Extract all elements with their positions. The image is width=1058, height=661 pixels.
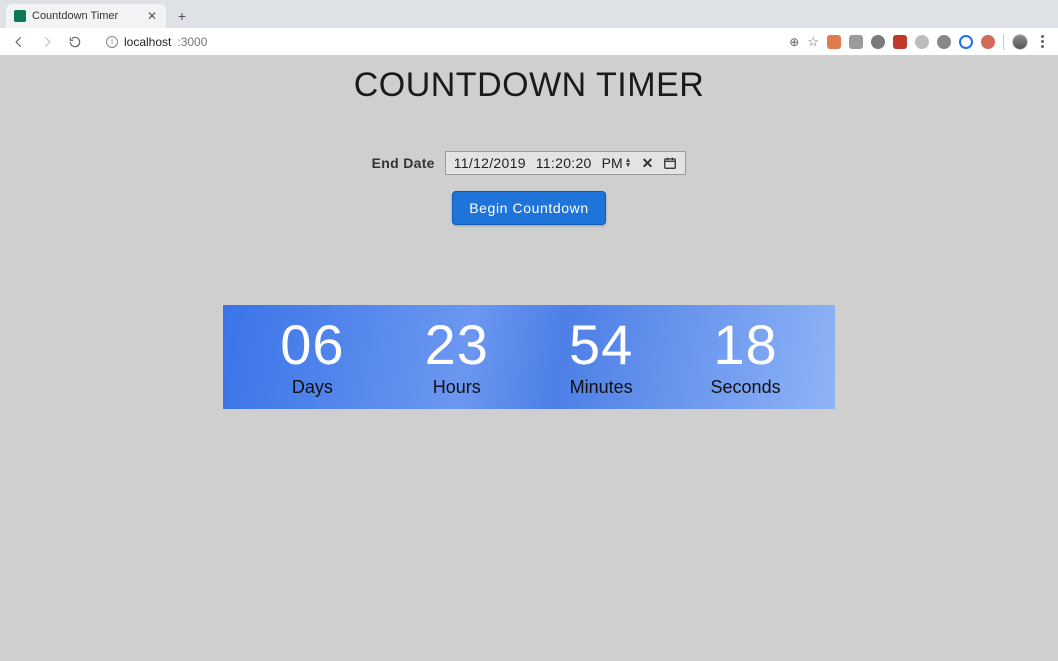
toolbar-icons: ⊕ ☆ [789,34,1052,50]
days-value: 06 [257,317,367,373]
page-body: COUNTDOWN TIMER End Date 11/12/2019 11:2… [0,56,1058,661]
separator [1003,34,1004,50]
url-port: :3000 [177,35,207,49]
address-bar: i localhost :3000 ⊕ ☆ [0,28,1058,56]
minutes-label: Minutes [546,377,656,398]
star-icon[interactable]: ☆ [807,34,819,50]
extension-icon-7[interactable] [959,35,973,49]
countdown-panel: 06 Days 23 Hours 54 Minutes 18 Seconds [223,305,835,409]
tab-strip: Countdown Timer ✕ + [0,0,1058,28]
end-date-row: End Date 11/12/2019 11:20:20 PM ▲▼ ✕ [0,151,1058,175]
menu-icon[interactable] [1036,35,1048,48]
tab-title: Countdown Timer [32,10,146,22]
extension-icon-1[interactable] [827,35,841,49]
countdown-seconds: 18 Seconds [691,317,801,398]
extension-icon-2[interactable] [849,35,863,49]
countdown-minutes: 54 Minutes [546,317,656,398]
seconds-value: 18 [691,317,801,373]
begin-button-label: Begin Countdown [469,200,589,216]
clear-icon[interactable]: ✕ [642,155,654,172]
tab-close-icon[interactable]: ✕ [146,10,158,22]
zoom-icon[interactable]: ⊕ [789,35,799,49]
date-value[interactable]: 11/12/2019 [454,155,526,171]
favicon-icon [14,10,26,22]
calendar-icon[interactable] [663,156,677,170]
ampm-control[interactable]: PM ▲▼ [602,155,632,171]
hours-value: 23 [402,317,512,373]
reload-icon[interactable] [68,35,82,49]
nav-buttons [6,35,88,49]
extension-icon-3[interactable] [871,35,885,49]
end-date-label: End Date [372,155,435,171]
minutes-value: 54 [546,317,656,373]
browser-chrome: Countdown Timer ✕ + i localhost :3000 ⊕ ☆ [0,0,1058,56]
extension-icon-4[interactable] [893,35,907,49]
browser-tab[interactable]: Countdown Timer ✕ [6,4,166,28]
ampm-value: PM [602,155,623,171]
datetime-input[interactable]: 11/12/2019 11:20:20 PM ▲▼ ✕ [445,151,687,175]
profile-avatar[interactable] [1012,34,1028,50]
new-tab-button[interactable]: + [172,6,192,26]
countdown-hours: 23 Hours [402,317,512,398]
countdown-days: 06 Days [257,317,367,398]
url-host: localhost [124,35,171,49]
extension-icon-6[interactable] [937,35,951,49]
page-title: COUNTDOWN TIMER [0,66,1058,105]
forward-icon[interactable] [40,35,54,49]
extension-icon-8[interactable] [981,35,995,49]
time-value[interactable]: 11:20:20 [536,155,592,171]
omnibox[interactable]: i localhost :3000 [98,32,779,52]
days-label: Days [257,377,367,398]
seconds-label: Seconds [691,377,801,398]
spinner-icon[interactable]: ▲▼ [625,158,632,168]
hours-label: Hours [402,377,512,398]
begin-countdown-button[interactable]: Begin Countdown [452,191,606,225]
site-info-icon[interactable]: i [106,36,118,48]
back-icon[interactable] [12,35,26,49]
extension-icon-5[interactable] [915,35,929,49]
